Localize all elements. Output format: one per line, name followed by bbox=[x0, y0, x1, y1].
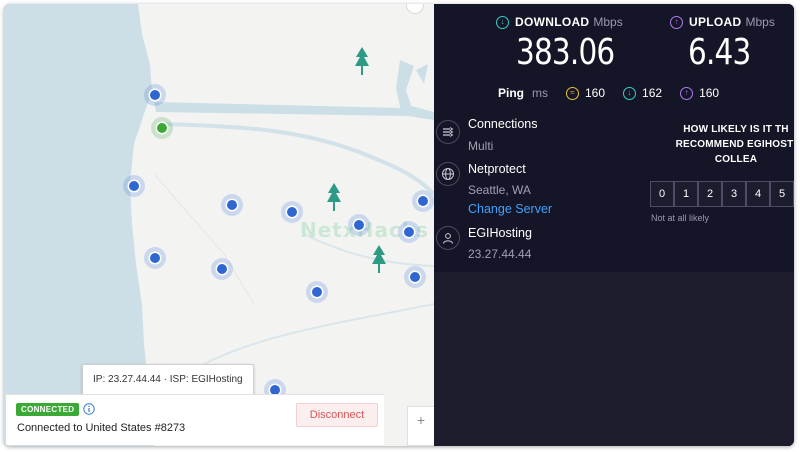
download-value: 383.06 bbox=[516, 32, 615, 73]
server-pin[interactable] bbox=[144, 247, 166, 269]
ping-idle-value: 160 bbox=[585, 86, 606, 100]
connection-text: Connected to United States #8273 bbox=[17, 422, 186, 434]
rating-scale: 0 1 2 3 4 5 bbox=[650, 181, 794, 207]
ping-download-value: 162 bbox=[642, 86, 663, 100]
ping-upload: ↑ 160 bbox=[680, 86, 719, 100]
rating-option[interactable]: 3 bbox=[722, 181, 746, 207]
arrow-up-circle-icon: ↑ bbox=[670, 15, 683, 29]
arrow-up-circle-icon: ↑ bbox=[680, 86, 694, 100]
zoom-controls: + bbox=[407, 406, 434, 446]
zoom-in-button[interactable]: + bbox=[408, 413, 434, 427]
upload-unit: Mbps bbox=[745, 15, 775, 29]
change-server-link[interactable]: Change Server bbox=[468, 202, 552, 216]
server-pin[interactable] bbox=[221, 194, 243, 216]
ip-tooltip: IP: 23.27.44.44 · ISP: EGIHosting bbox=[82, 364, 254, 396]
server-pin[interactable] bbox=[412, 190, 434, 212]
download-header: ↓ DOWNLOAD Mbps bbox=[496, 14, 623, 30]
ip-label: IP: bbox=[93, 374, 106, 385]
arrow-down-circle-icon: ↓ bbox=[496, 15, 509, 29]
rating-option[interactable]: 4 bbox=[746, 181, 770, 207]
server-pin[interactable] bbox=[123, 175, 145, 197]
server-map[interactable]: NetxHacks IP: 23.27.44.44 · ISP: EGIHost… bbox=[4, 4, 434, 446]
info-icon[interactable] bbox=[83, 403, 95, 415]
arrow-down-circle-icon: ↓ bbox=[623, 86, 637, 100]
download-label: DOWNLOAD bbox=[515, 15, 590, 29]
ping-row: Ping ms ≈ 160 ↓ 162 ↑ 160 bbox=[498, 84, 737, 102]
server-pin[interactable] bbox=[144, 84, 166, 106]
speedtest-pane: ↓ DOWNLOAD Mbps 383.06 ↑ UPLOAD Mbps 6.4… bbox=[434, 4, 794, 446]
user-icon bbox=[436, 226, 460, 250]
isp-title: EGIHosting bbox=[468, 226, 532, 240]
server-pin[interactable] bbox=[398, 221, 420, 243]
upload-value: 6.43 bbox=[688, 32, 751, 73]
connections-title: Connections bbox=[468, 117, 538, 131]
latency-idle-icon: ≈ bbox=[566, 86, 579, 100]
ping-upload-value: 160 bbox=[699, 86, 720, 100]
globe-icon bbox=[436, 162, 460, 186]
rating-option[interactable]: 1 bbox=[674, 181, 698, 207]
rating-option[interactable]: 2 bbox=[698, 181, 722, 207]
app-window: NetxHacks IP: 23.27.44.44 · ISP: EGIHost… bbox=[4, 4, 794, 446]
server-pin[interactable] bbox=[281, 201, 303, 223]
tree-icon bbox=[327, 183, 341, 211]
server-title: Netprotect bbox=[468, 162, 526, 176]
ping-idle: ≈ 160 bbox=[566, 86, 605, 100]
rating-low-label: Not at all likely bbox=[651, 213, 710, 223]
connection-status-card: CONNECTED Connected to United States #82… bbox=[6, 394, 384, 445]
survey-line-1: HOW LIKELY IS IT TH bbox=[683, 124, 789, 135]
ip-value: 23.27.44.44 bbox=[108, 374, 161, 385]
survey-question: HOW LIKELY IS IT TH RECOMMEND EGIHOSTI C… bbox=[656, 122, 794, 167]
upload-label: UPLOAD bbox=[689, 15, 742, 29]
survey-line-2: RECOMMEND EGIHOSTI bbox=[675, 139, 794, 150]
connections-icon bbox=[436, 120, 460, 144]
server-pin[interactable] bbox=[348, 214, 370, 236]
upload-header: ↑ UPLOAD Mbps bbox=[670, 14, 775, 30]
ping-label: Ping bbox=[498, 86, 524, 100]
disconnect-button[interactable]: Disconnect bbox=[296, 403, 378, 427]
separator: · bbox=[163, 374, 167, 385]
ping-download: ↓ 162 bbox=[623, 86, 662, 100]
server-pin[interactable] bbox=[306, 281, 328, 303]
isp-value: EGIHosting bbox=[191, 374, 243, 385]
ping-unit: ms bbox=[532, 86, 548, 100]
tree-icon bbox=[355, 47, 369, 75]
connected-badge: CONNECTED bbox=[16, 403, 80, 416]
results-panel: ↓ DOWNLOAD Mbps 383.06 ↑ UPLOAD Mbps 6.4… bbox=[434, 4, 794, 272]
server-location: Seattle, WA bbox=[468, 183, 531, 197]
download-unit: Mbps bbox=[593, 15, 623, 29]
connected-server-pin[interactable] bbox=[151, 117, 173, 139]
server-pin[interactable] bbox=[211, 258, 233, 280]
client-ip: 23.27.44.44 bbox=[468, 247, 532, 261]
rating-option[interactable]: 5 bbox=[770, 181, 794, 207]
rating-option[interactable]: 0 bbox=[650, 181, 674, 207]
survey-line-3: COLLEA bbox=[714, 154, 758, 165]
isp-label: ISP: bbox=[169, 374, 189, 385]
tree-icon bbox=[372, 245, 386, 273]
server-pin[interactable] bbox=[404, 266, 426, 288]
connections-value: Multi bbox=[468, 139, 494, 153]
